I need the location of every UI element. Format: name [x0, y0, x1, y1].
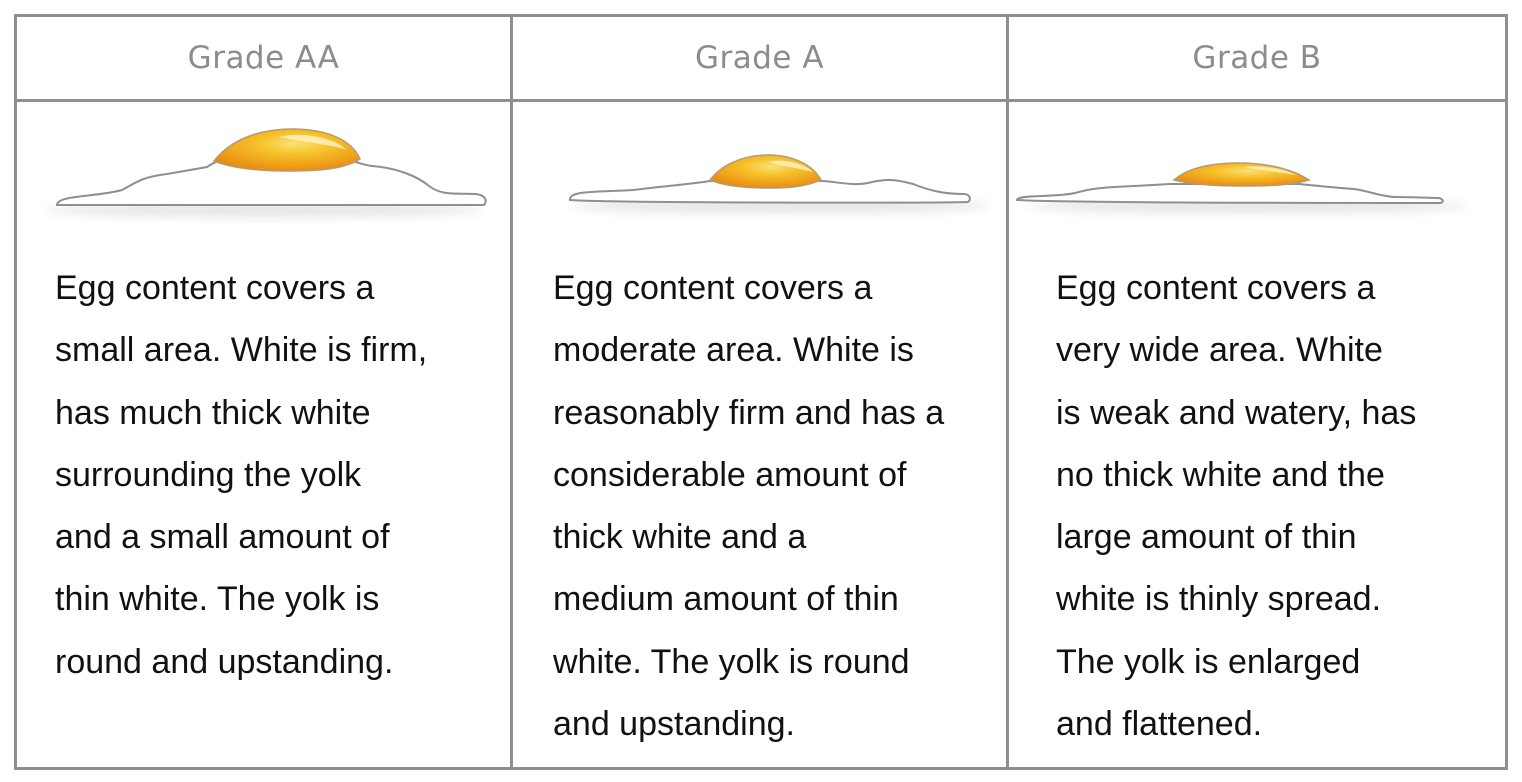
- cell-grade-aa: Egg content covers a small area. White i…: [17, 102, 513, 767]
- cell-grade-b: Egg content covers a very wide area. Whi…: [1009, 102, 1505, 767]
- egg-yolk: [708, 154, 823, 189]
- egg-yolk: [1172, 162, 1311, 187]
- egg-grade-a-illustration: [569, 154, 991, 213]
- description-grade-a: Egg content covers a moderate area. Whit…: [553, 269, 945, 744]
- egg-white-outline: [1015, 183, 1444, 205]
- description-grade-aa: Egg content covers a small area. White i…: [55, 269, 428, 681]
- description-grade-b: Egg content covers a very wide area. Whi…: [1056, 269, 1417, 744]
- header-grade-a: Grade A: [513, 17, 1009, 102]
- egg-grade-table: Grade AA Grade A Grade B Egg content cov…: [14, 14, 1508, 770]
- header-grade-b: Grade B: [1009, 17, 1505, 102]
- egg-grade-aa-illustration: [45, 128, 487, 217]
- header-grade-aa: Grade AA: [17, 17, 513, 102]
- cell-grade-a: Egg content covers a moderate area. Whit…: [513, 102, 1009, 767]
- egg-yolk: [212, 128, 361, 172]
- egg-grade-b-illustration: [1015, 162, 1467, 213]
